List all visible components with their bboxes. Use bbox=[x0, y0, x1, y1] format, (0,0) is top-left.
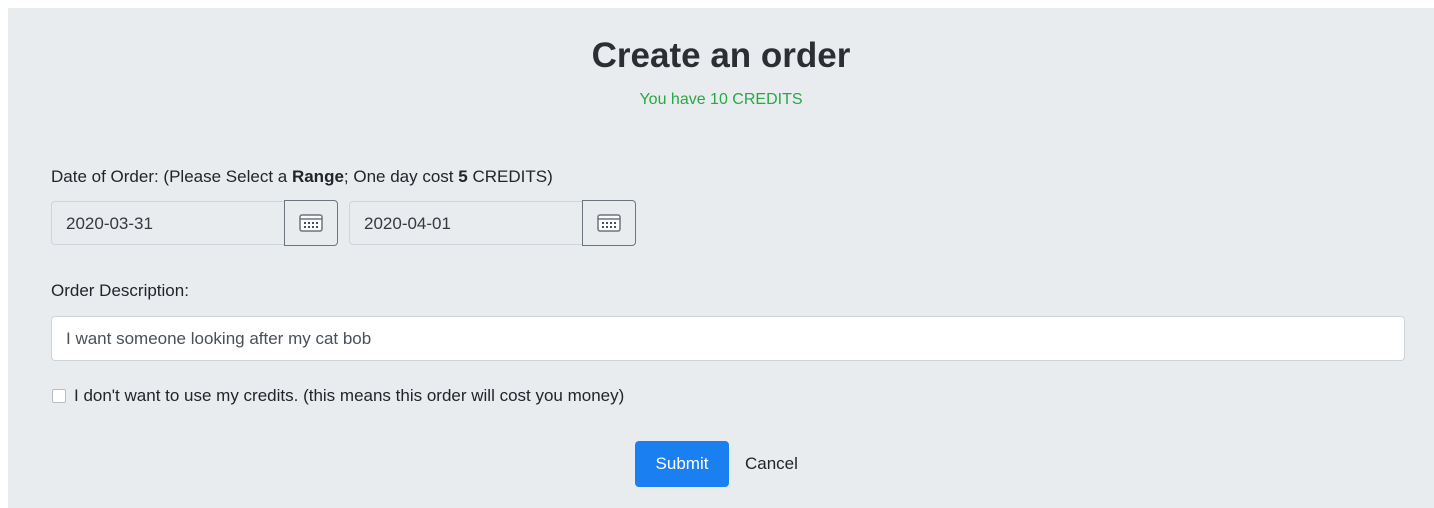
no-credits-checkbox[interactable] bbox=[52, 389, 66, 403]
order-description-input[interactable]: I want someone looking after my cat bob bbox=[51, 316, 1405, 361]
end-date-group: 2020-04-01 bbox=[349, 200, 636, 247]
submit-button[interactable]: Submit bbox=[635, 441, 729, 487]
date-label-prefix: Date of Order: (Please Select a bbox=[51, 167, 292, 186]
start-date-input[interactable]: 2020-03-31 bbox=[51, 201, 284, 245]
date-label-cost: 5 bbox=[458, 167, 468, 186]
calendar-icon bbox=[597, 214, 621, 232]
cancel-button[interactable]: Cancel bbox=[745, 454, 798, 474]
end-date-input[interactable]: 2020-04-01 bbox=[349, 201, 582, 245]
start-date-group: 2020-03-31 bbox=[51, 200, 338, 247]
date-label-suffix: CREDITS) bbox=[467, 167, 553, 186]
calendar-icon bbox=[299, 214, 323, 232]
create-order-panel: Create an order You have 10 CREDITS Date… bbox=[8, 8, 1434, 508]
no-credits-option: I don't want to use my credits. (this me… bbox=[52, 386, 624, 406]
end-date-calendar-button[interactable] bbox=[582, 200, 636, 246]
page-title: Create an order bbox=[591, 36, 851, 75]
date-label-range: Range bbox=[291, 167, 344, 186]
date-label-middle: ; One day cost bbox=[343, 167, 459, 186]
start-date-calendar-button[interactable] bbox=[284, 200, 338, 246]
no-credits-checkbox-label[interactable]: I don't want to use my credits. (this me… bbox=[74, 386, 624, 406]
credits-balance: You have 10 CREDITS bbox=[639, 91, 803, 108]
date-of-order-label: Date of Order: (Please Select a Range; O… bbox=[51, 167, 553, 187]
order-description-label: Order Description: bbox=[51, 281, 189, 300]
